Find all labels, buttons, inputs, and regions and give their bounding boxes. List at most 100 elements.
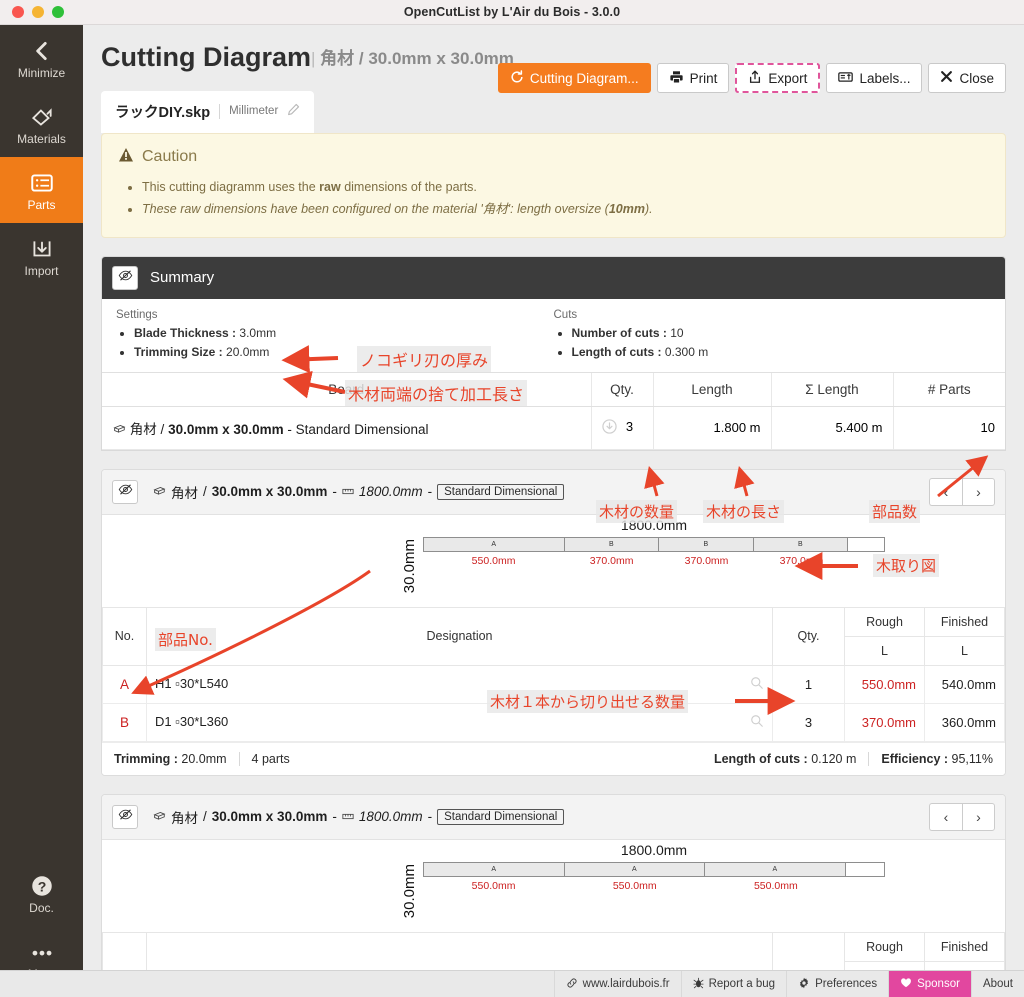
- col-qty: Qty.: [772, 606, 845, 666]
- bar-segment[interactable]: A: [705, 862, 846, 876]
- cuts-list: Number of cuts : 10 Length of cuts : 0.3…: [572, 324, 992, 362]
- close-icon: [940, 70, 953, 86]
- caution-item-bold: raw: [319, 179, 341, 194]
- summary-group: Summary Settings Blade Thickness : 3.0mm…: [101, 255, 1006, 451]
- parts-cell: 10: [892, 406, 1005, 450]
- toggle-visibility-button[interactable]: [112, 479, 138, 504]
- caution-list: This cutting diagramm uses the raw dimen…: [142, 177, 989, 221]
- panel-slash: /: [203, 809, 207, 825]
- sidebar-item-label: Doc.: [29, 901, 54, 915]
- panel-title: 角材 / 30.0mm x 30.0mm - 1800.0mm - Standa…: [152, 807, 565, 827]
- part-qty: 1: [772, 664, 845, 704]
- print-button[interactable]: Print: [656, 63, 730, 93]
- panel-material: 角材: [171, 485, 198, 501]
- caution-item: This cutting diagramm uses the raw dimen…: [142, 177, 989, 199]
- footer-parts: 4 parts: [251, 751, 290, 766]
- footer-cuts-key: Length of cuts :: [713, 751, 808, 766]
- col-finished-l: L: [924, 635, 1005, 666]
- toggle-visibility-button[interactable]: [112, 804, 138, 829]
- export-button-label: Export: [768, 70, 808, 86]
- status-preferences[interactable]: Preferences: [786, 971, 888, 997]
- print-button-label: Print: [689, 70, 718, 86]
- panel-dash: -: [332, 484, 337, 500]
- cutting-diagram-button[interactable]: Cutting Diagram...: [497, 63, 651, 93]
- status-report-bug[interactable]: Report a bug: [680, 971, 787, 997]
- panel-footer: Trimming : 20.0mm 4 parts Length of cuts…: [102, 741, 1005, 775]
- segment-letter: B: [608, 540, 614, 548]
- part-designation-text: D1 ▫30*L360: [155, 713, 229, 729]
- cuts-item-value: 0.300 m: [664, 344, 709, 359]
- footer-trimming-value: 20.0mm: [181, 751, 227, 766]
- status-sponsor[interactable]: Sponsor: [888, 971, 971, 997]
- sidebar-item-minimize[interactable]: Minimize: [0, 25, 83, 91]
- page-title-separator: |: [311, 49, 316, 68]
- sidebar-item-materials[interactable]: Materials: [0, 91, 83, 157]
- bar-segment-offcut: [848, 537, 884, 551]
- app-window: OpenCutList by L'Air du Bois - 3.0.0 Min…: [0, 0, 1024, 997]
- link-icon: [566, 977, 578, 992]
- labels-icon: [838, 70, 854, 87]
- status-bar: www.lairdubois.fr Report a bug Preferenc…: [0, 970, 1024, 997]
- qty-cell: 3: [590, 406, 653, 450]
- col-rough-l: L: [844, 635, 925, 666]
- panel-header: 角材 / 30.0mm x 30.0mm - 1800.0mm - Standa…: [102, 794, 1005, 840]
- panel-std-chip: Standard Dimensional: [437, 808, 565, 825]
- board-bar: A A A: [423, 861, 885, 877]
- toggle-visibility-button[interactable]: [112, 265, 138, 290]
- bug-icon: [693, 977, 704, 992]
- materials-icon: [0, 104, 83, 130]
- tab-active-file[interactable]: ラックDIY.skp Millimeter: [101, 90, 315, 133]
- bar-segment[interactable]: B: [564, 537, 660, 551]
- sidebar-item-doc[interactable]: ? Doc.: [0, 860, 83, 926]
- tab-divider: [219, 103, 221, 119]
- summary-title: Summary: [150, 269, 215, 286]
- settings-item-value: 3.0mm: [239, 325, 277, 340]
- next-button[interactable]: ›: [962, 477, 995, 506]
- col-rough: Rough: [844, 931, 925, 962]
- board-bar: A B B B: [423, 536, 885, 552]
- part-finished: 540.0mm: [924, 664, 1005, 704]
- pencil-icon[interactable]: [287, 103, 300, 119]
- footer-right: Length of cuts : 0.120 m Efficiency : 95…: [713, 751, 993, 766]
- export-button[interactable]: Export: [735, 63, 821, 93]
- sidebar-item-parts[interactable]: Parts: [0, 157, 83, 223]
- part-no: A: [102, 664, 147, 704]
- caution-item-pre: This cutting diagramm uses the: [142, 179, 320, 194]
- caution-box: Caution This cutting diagramm uses the r…: [101, 132, 1006, 238]
- table-header-row: Board Qty. Length Σ Length # Parts: [102, 371, 1005, 407]
- download-icon[interactable]: [601, 419, 617, 437]
- bar-segment[interactable]: A: [564, 862, 706, 876]
- footer-cuts-value: 0.120 m: [811, 751, 857, 766]
- segment-letter: A: [491, 540, 497, 548]
- segment-dim: 550.0mm: [612, 879, 657, 892]
- parts-table-head: No. Designation Qty. Rough Finished L L: [102, 606, 1005, 666]
- bar-segment[interactable]: B: [659, 537, 754, 551]
- chevron-left-icon: [0, 38, 83, 64]
- magnify-icon[interactable]: [750, 714, 764, 731]
- tab-unit: Millimeter: [229, 105, 279, 118]
- annotation-part-no: 部品No.: [155, 628, 216, 651]
- next-button[interactable]: ›: [962, 802, 995, 831]
- prev-button[interactable]: ‹: [929, 802, 962, 831]
- segment-dim: 550.0mm: [471, 879, 516, 892]
- magnify-icon[interactable]: [750, 676, 764, 693]
- panel-pager: ‹ ›: [929, 477, 995, 506]
- bar-segment[interactable]: A: [424, 537, 565, 551]
- footer-trimming-key: Trimming :: [114, 751, 178, 766]
- bar-segment[interactable]: B: [753, 537, 849, 551]
- panel-dim: 30.0mm x 30.0mm: [211, 484, 328, 500]
- status-link-website[interactable]: www.lairdubois.fr: [553, 971, 681, 997]
- col-length: Length: [652, 371, 771, 407]
- status-label: Preferences: [815, 978, 878, 990]
- bar-segment[interactable]: A: [424, 862, 565, 876]
- sidebar-item-import[interactable]: Import: [0, 223, 83, 289]
- labels-button[interactable]: Labels...: [826, 63, 923, 93]
- board-icon: [152, 484, 166, 499]
- status-about[interactable]: About: [970, 971, 1024, 997]
- sidebar-item-label: Parts: [27, 198, 56, 212]
- close-button[interactable]: Close: [928, 63, 1006, 93]
- heart-icon: [900, 977, 912, 992]
- prev-button[interactable]: ‹: [929, 477, 962, 506]
- table-row[interactable]: 角材 / 30.0mm x 30.0mm - Standard Dimensio…: [102, 406, 1005, 450]
- bar-length-label: 1800.0mm: [620, 841, 688, 858]
